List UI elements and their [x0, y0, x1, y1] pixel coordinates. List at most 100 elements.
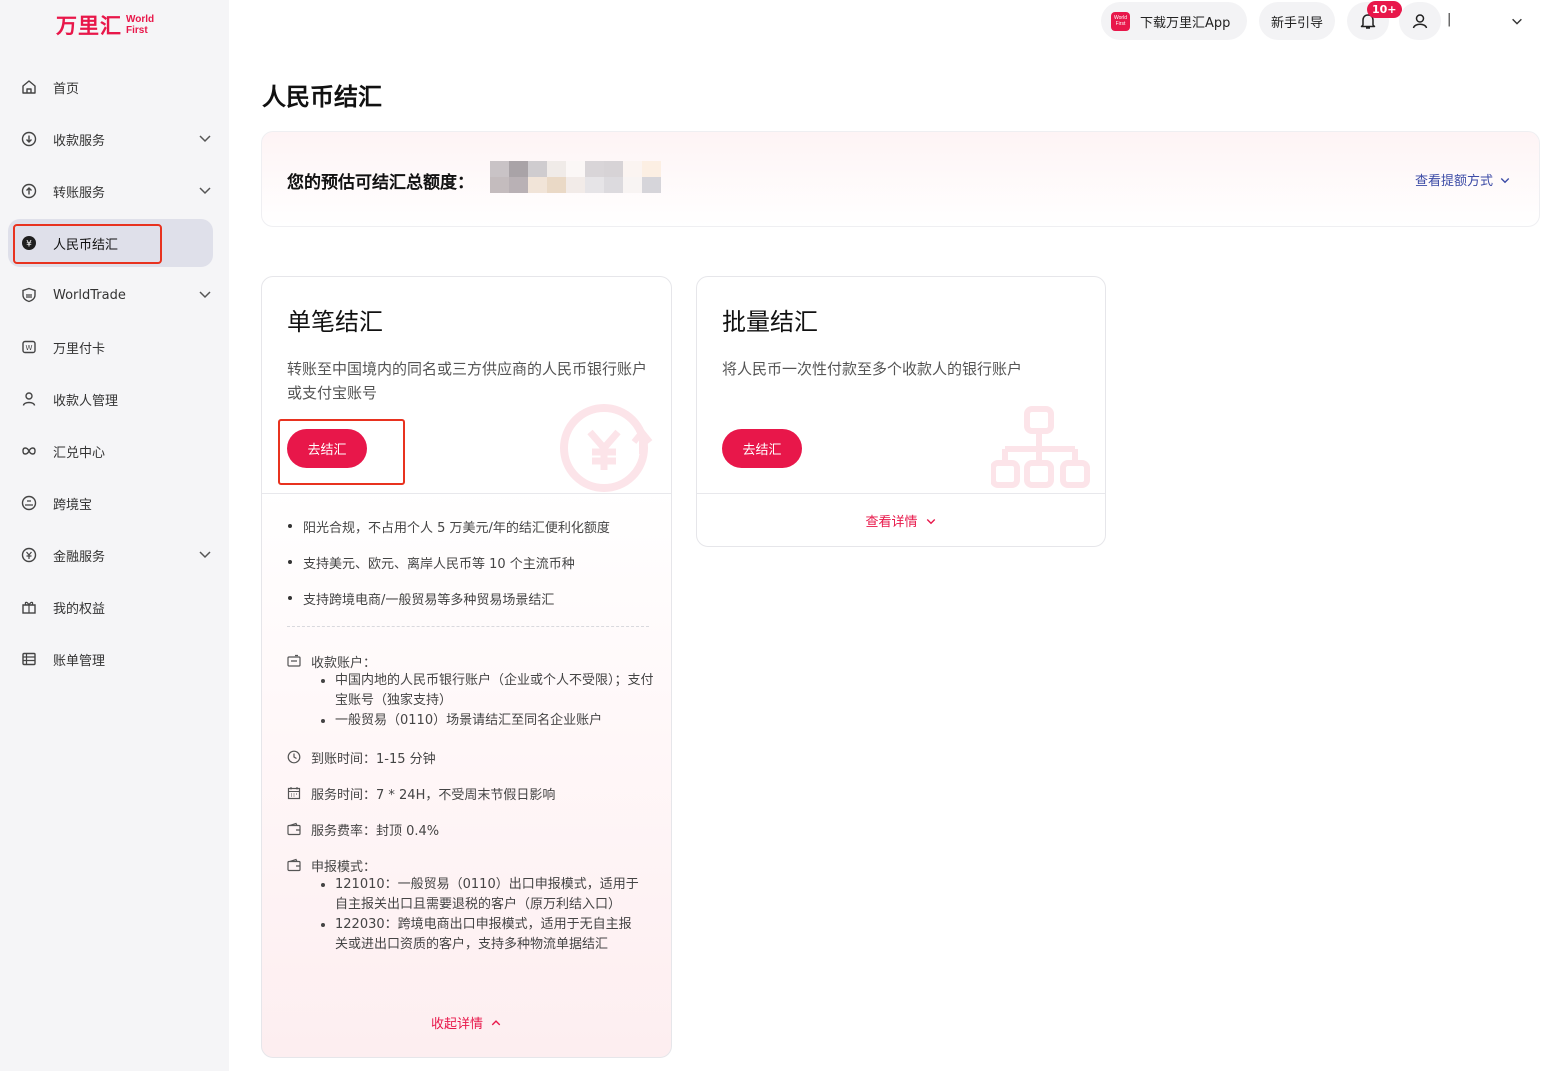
raise-quota-label: 查看提额方式	[1414, 174, 1493, 189]
sidebar-item-label: 收款服务	[53, 133, 106, 149]
sidebar-item-label: 首页	[53, 81, 80, 97]
chevron-up-icon	[491, 1019, 501, 1025]
calendar-icon	[287, 786, 301, 800]
sidebar-item-exchange-center[interactable]: 汇兑中心	[8, 427, 213, 475]
account-label: 收款账户：	[311, 655, 377, 671]
quota-amount-redacted	[490, 161, 661, 193]
svg-text:W: W	[26, 344, 33, 352]
sidebar-item-label: 万里付卡	[53, 341, 106, 357]
service-time-text: 服务时间：7 * 24H，不受周末节假日影响	[311, 787, 556, 803]
batch-exchange-card: 批量结汇 将人民币一次性付款至多个收款人的银行账户 去结汇 查看详情	[696, 276, 1106, 547]
feature-item: 支持跨境电商/一般贸易等多种贸易场景结汇	[287, 589, 652, 625]
declare-item: 121010：一般贸易（0110）出口申报模式，适用于自主报关出口且需要退税的客…	[321, 875, 641, 915]
brand-name-cn: 万里汇	[56, 14, 122, 38]
notification-badge: 10+	[1367, 1, 1402, 18]
rmb-exchange-icon: ¥	[20, 234, 38, 252]
dashed-divider	[287, 626, 649, 627]
info-declare: 申报模式： 121010：一般贸易（0110）出口申报模式，适用于自主报关出口且…	[287, 855, 657, 955]
user-name[interactable]: |	[1447, 12, 1451, 27]
collapse-details-link[interactable]: 收起详情	[262, 1013, 671, 1032]
exchange-icon	[20, 442, 38, 460]
download-app-button[interactable]: World First 下载万里汇App	[1101, 2, 1247, 40]
finance-icon	[20, 546, 38, 564]
info-arrival: 到账时间：1-15 分钟	[287, 747, 657, 767]
app-root: 万里汇 World First 首页 收款服务 转账服务 ¥ 人民币结汇 Wor…	[0, 0, 1545, 1071]
declare-label: 申报模式：	[311, 859, 377, 875]
feature-item: 支持美元、欧元、离岸人民币等 10 个主流币种	[287, 553, 652, 589]
chevron-down-icon[interactable]	[1510, 14, 1524, 28]
wallet-icon	[287, 822, 301, 836]
sidebar-item-crossborder[interactable]: 跨境宝	[8, 479, 213, 527]
header-actions: World First 下载万里汇App 新手引导 10+ |	[1085, 0, 1545, 44]
quota-card: 您的预估可结汇总额度： 查看提额方式	[261, 131, 1540, 227]
sidebar-item-receive[interactable]: 收款服务	[8, 115, 213, 163]
crossborder-icon	[20, 494, 38, 512]
sidebar-item-rmb-exchange[interactable]: ¥ 人民币结汇	[8, 219, 213, 267]
chevron-down-icon	[926, 518, 935, 524]
brand-name-en: World First	[126, 14, 155, 36]
card-divider	[697, 493, 1105, 494]
arrival-text: 到账时间：1-15 分钟	[311, 751, 436, 767]
gift-icon	[20, 598, 38, 616]
info-service-time: 服务时间：7 * 24H，不受周末节假日影响	[287, 783, 657, 803]
account-item: 一般贸易（0110）场景请结汇至同名企业账户	[321, 711, 657, 731]
view-details-label: 查看详情	[865, 515, 918, 530]
sidebar-item-bills[interactable]: 账单管理	[8, 635, 213, 683]
batch-exchange-desc: 将人民币一次性付款至多个收款人的银行账户	[722, 360, 1023, 378]
info-account: 收款账户： 中国内地的人民币银行账户（企业或个人不受限）；支付宝账号（独家支持）…	[287, 651, 657, 731]
sidebar-item-label: 我的权益	[53, 601, 106, 617]
app-logo-icon: World First	[1111, 11, 1130, 31]
guide-button[interactable]: 新手引导	[1259, 2, 1335, 40]
sidebar: 万里汇 World First 首页 收款服务 转账服务 ¥ 人民币结汇 Wor…	[0, 0, 229, 1071]
chevron-down-icon	[1500, 177, 1510, 183]
chevron-down-icon	[199, 187, 211, 195]
sidebar-item-finance[interactable]: 金融服务	[8, 531, 213, 579]
shield-icon	[20, 286, 38, 304]
page-title: 人民币结汇	[262, 83, 382, 111]
declare-icon	[287, 858, 301, 872]
download-app-label: 下载万里汇App	[1140, 15, 1231, 31]
sidebar-item-label: 转账服务	[53, 185, 106, 201]
chevron-down-icon	[199, 291, 211, 299]
sidebar-item-card[interactable]: W 万里付卡	[8, 323, 213, 371]
payee-icon	[20, 390, 38, 408]
sidebar-item-label: 账单管理	[53, 653, 106, 669]
rmb-transfer-watermark-icon	[560, 404, 653, 492]
brand-logo[interactable]: 万里汇 World First	[56, 10, 154, 40]
card-icon: W	[20, 338, 38, 356]
sidebar-item-label: 跨境宝	[53, 497, 93, 513]
sidebar-nav: 首页 收款服务 转账服务 ¥ 人民币结汇 WorldTrade W 万里付卡 收…	[0, 63, 229, 687]
collapse-details-label: 收起详情	[430, 1017, 483, 1032]
sidebar-item-payee[interactable]: 收款人管理	[8, 375, 213, 423]
single-exchange-card: 单笔结汇 转账至中国境内的同名或三方供应商的人民币银行账户或支付宝账号 去结汇 …	[261, 276, 672, 1058]
batch-exchange-button[interactable]: 去结汇	[722, 429, 802, 468]
info-fee: 服务费率：封顶 0.4%	[287, 819, 657, 839]
bill-icon	[20, 650, 38, 668]
feature-item: 阳光合规，不占用个人 5 万美元/年的结汇便利化额度	[287, 517, 652, 553]
account-item: 中国内地的人民币银行账户（企业或个人不受限）；支付宝账号（独家支持）	[321, 671, 657, 711]
org-chart-watermark-icon	[991, 406, 1090, 488]
single-exchange-title: 单笔结汇	[287, 308, 383, 336]
sidebar-item-label: 收款人管理	[53, 393, 119, 409]
account-icon	[287, 654, 301, 668]
sidebar-item-label: 汇兑中心	[53, 445, 106, 461]
sidebar-item-label: 金融服务	[53, 549, 106, 565]
sidebar-item-label: WorldTrade	[53, 287, 126, 303]
receive-icon	[20, 130, 38, 148]
raise-quota-link[interactable]: 查看提额方式	[1415, 170, 1511, 189]
card-divider	[262, 493, 671, 494]
sidebar-item-worldtrade[interactable]: WorldTrade	[8, 271, 213, 319]
fee-text: 服务费率：封顶 0.4%	[311, 823, 440, 839]
view-details-link[interactable]: 查看详情	[697, 511, 1105, 530]
guide-label: 新手引导	[1270, 15, 1323, 31]
user-avatar-button[interactable]	[1399, 2, 1441, 40]
single-exchange-desc: 转账至中国境内的同名或三方供应商的人民币银行账户或支付宝账号	[287, 360, 648, 402]
sidebar-item-home[interactable]: 首页	[8, 63, 213, 111]
sidebar-item-transfer[interactable]: 转账服务	[8, 167, 213, 215]
single-exchange-button[interactable]: 去结汇	[287, 429, 367, 468]
sidebar-item-benefits[interactable]: 我的权益	[8, 583, 213, 631]
quota-label: 您的预估可结汇总额度：	[287, 173, 474, 193]
declare-item: 122030：跨境电商出口申报模式，适用于无自主报关或进出口资质的客户，支持多种…	[321, 915, 641, 955]
user-icon	[1412, 14, 1428, 29]
home-icon	[20, 78, 38, 96]
